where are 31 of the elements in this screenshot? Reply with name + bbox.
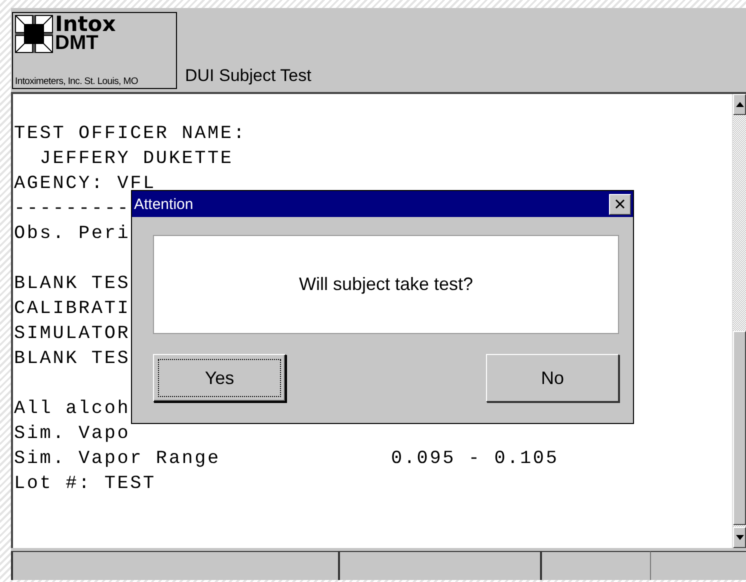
report-line: Obs. Peri: [14, 222, 130, 246]
dialog-button[interactable]: No: [486, 354, 619, 402]
scrollbar[interactable]: [732, 94, 746, 548]
report-line: ---------: [14, 197, 130, 221]
report-line: BLANK TES: [14, 347, 130, 371]
scroll-up-button[interactable]: [733, 94, 746, 115]
dialog-button[interactable]: Yes: [153, 354, 286, 402]
report-line: BLANK TES: [14, 272, 130, 296]
report-line: SIMULATOR: [14, 322, 130, 346]
report-line: Sim. Vapo: [14, 422, 130, 446]
dialog-message: Will subject take test?: [298, 274, 474, 295]
report-line: JEFFERY DUKETTE: [38, 147, 234, 171]
report-line: All alcoh: [14, 397, 130, 421]
up-arrow-icon: [736, 102, 744, 107]
company-name: Intoximeters, Inc. St. Louis, MO: [15, 75, 139, 88]
logo-product: DMT: [55, 34, 100, 53]
window-title: DUI Subject Test: [185, 66, 312, 86]
report-line: Sim. Vapor Range: [14, 447, 220, 471]
logo-name: Intox: [55, 15, 116, 34]
report-line: Lot #: TEST: [14, 472, 156, 496]
close-icon: [615, 199, 625, 209]
scroll-thumb[interactable]: [733, 331, 746, 525]
dialog-title: Attention: [134, 196, 194, 212]
report-line: AGENCY: VFL: [14, 172, 156, 196]
close-button[interactable]: [609, 194, 631, 214]
report-line: CALIBRATI: [14, 297, 130, 321]
logo-icon: [15, 15, 53, 53]
down-arrow-icon: [736, 535, 744, 540]
report-line: TEST OFFICER NAME:: [14, 122, 246, 146]
report-value: 0.095 - 0.105: [391, 447, 559, 471]
scroll-down-button[interactable]: [733, 527, 746, 548]
